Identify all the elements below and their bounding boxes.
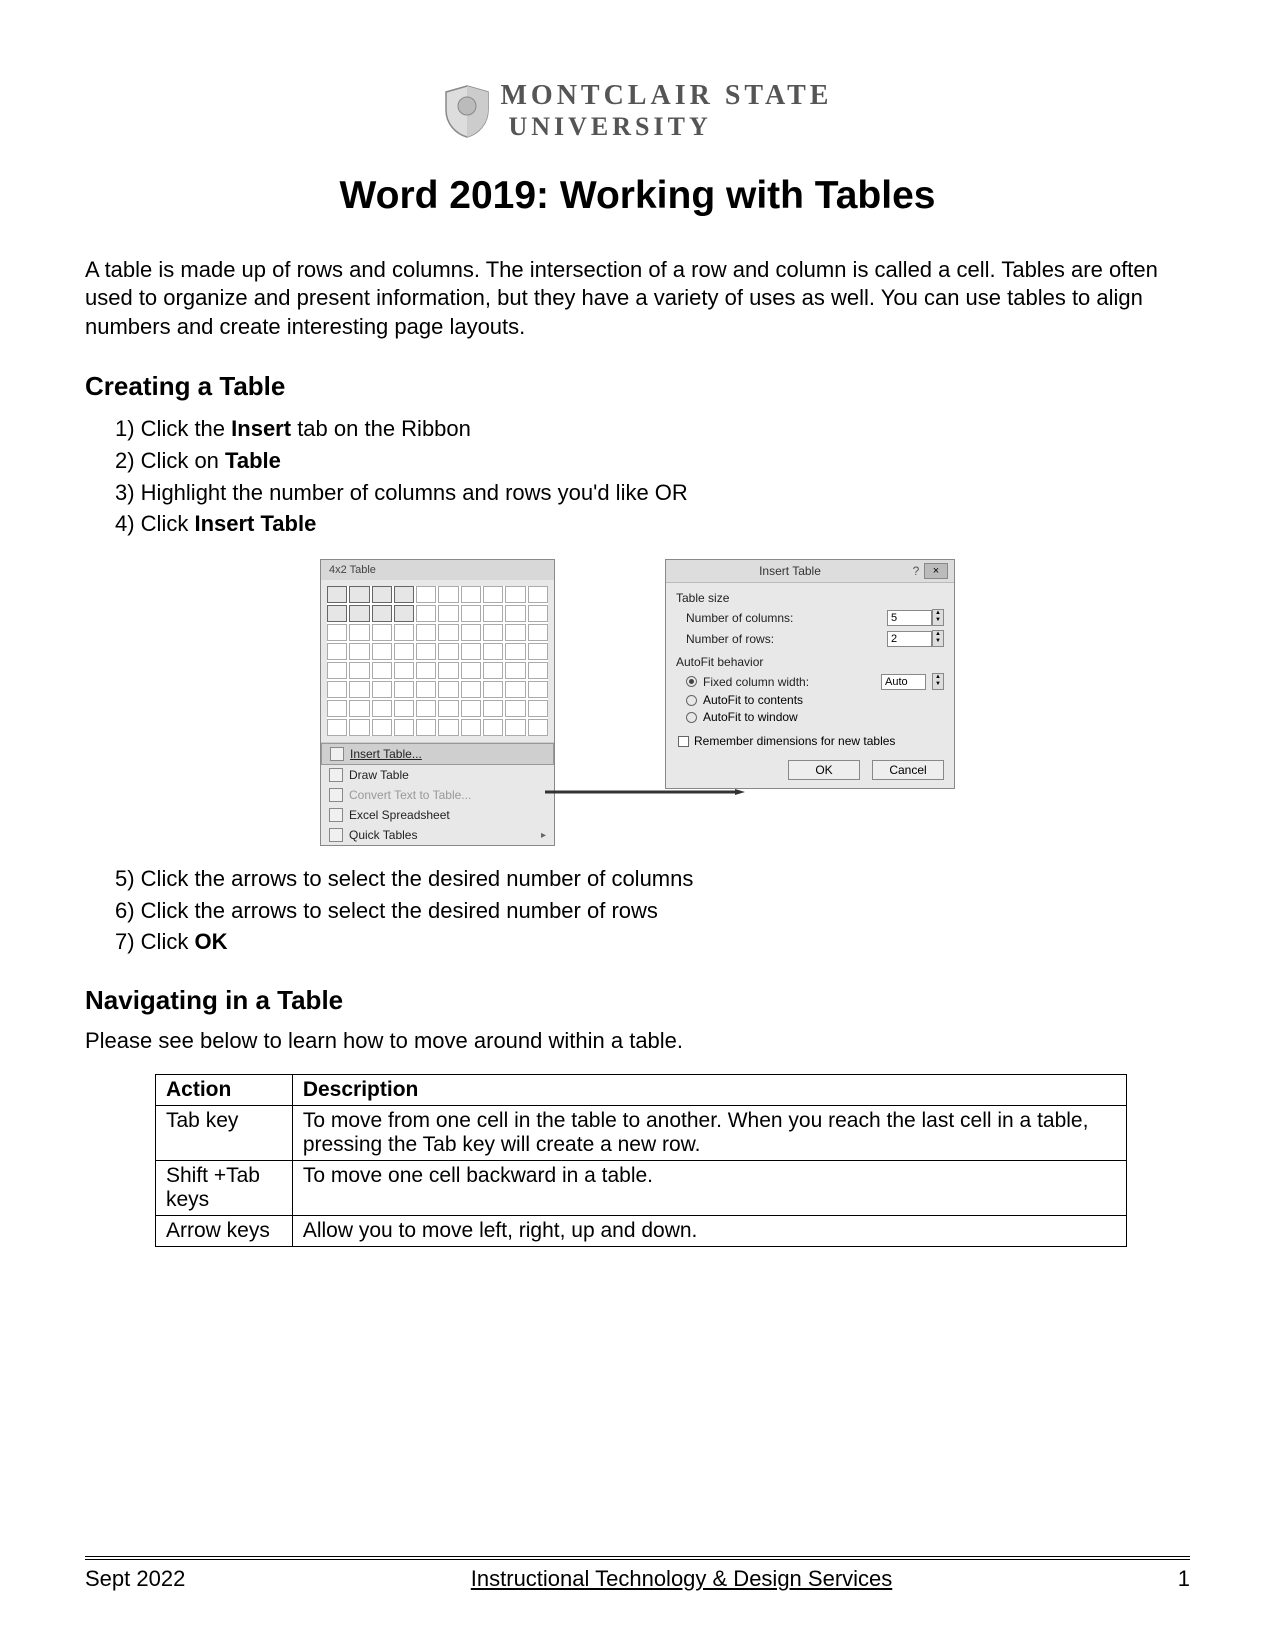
table-header-action: Action — [156, 1075, 293, 1106]
arrow-icon — [545, 789, 745, 795]
radio-autofit-contents[interactable]: AutoFit to contents — [686, 693, 944, 707]
logo-line-2: UNIVERSITY — [508, 112, 832, 142]
section-creating-table: Creating a Table — [85, 371, 1190, 402]
close-button[interactable]: × — [924, 563, 948, 579]
step-6: 6) Click the arrows to select the desire… — [115, 896, 1190, 926]
document-title: Word 2019: Working with Tables — [85, 174, 1190, 218]
fixed-width-spinner[interactable]: ▲▼ — [932, 673, 944, 690]
step-1: 1) Click the Insert tab on the Ribbon — [115, 414, 1190, 444]
page-number: 1 — [1178, 1566, 1190, 1592]
menu-excel-spreadsheet[interactable]: Excel Spreadsheet — [321, 805, 554, 825]
nav-intro: Please see below to learn how to move ar… — [85, 1028, 1190, 1054]
step-2: 2) Click on Table — [115, 446, 1190, 476]
excel-icon — [329, 808, 343, 822]
step-5: 5) Click the arrows to select the desire… — [115, 864, 1190, 894]
columns-input[interactable]: 5 — [887, 610, 932, 626]
columns-label: Number of columns: — [686, 611, 887, 625]
chevron-right-icon: ▸ — [541, 830, 546, 841]
dialog-title: Insert Table — [672, 564, 908, 578]
logo-line-1: MONTCLAIR STATE — [500, 80, 832, 112]
university-logo: MONTCLAIR STATE UNIVERSITY — [85, 80, 1190, 144]
table-size-grid[interactable] — [327, 586, 548, 736]
shield-icon — [442, 84, 492, 139]
footer-org: Instructional Technology & Design Servic… — [185, 1566, 1177, 1592]
ok-button[interactable]: OK — [788, 760, 860, 780]
table-icon — [330, 747, 344, 761]
dropdown-header: 4x2 Table — [321, 560, 554, 580]
menu-quick-tables[interactable]: Quick Tables▸ — [321, 825, 554, 845]
radio-icon — [686, 712, 697, 723]
rows-input[interactable]: 2 — [887, 631, 932, 647]
steps-list-1: 1) Click the Insert tab on the Ribbon 2)… — [115, 414, 1190, 539]
step-4: 4) Click Insert Table — [115, 509, 1190, 539]
convert-icon — [329, 788, 343, 802]
step-3: 3) Highlight the number of columns and r… — [115, 478, 1190, 508]
menu-insert-table[interactable]: Insert Table... — [321, 743, 554, 765]
menu-convert-text: Convert Text to Table... — [321, 785, 554, 805]
footer-rule — [85, 1556, 1190, 1560]
section-table-size: Table size — [676, 591, 944, 605]
help-icon[interactable]: ? — [908, 564, 924, 578]
rows-label: Number of rows: — [686, 632, 887, 646]
checkbox-icon — [678, 736, 689, 747]
intro-paragraph: A table is made up of rows and columns. … — [85, 256, 1190, 342]
remember-checkbox[interactable]: Remember dimensions for new tables — [678, 734, 944, 748]
rows-spinner[interactable]: ▲▼ — [932, 630, 944, 647]
table-header-description: Description — [292, 1075, 1127, 1106]
radio-icon — [686, 695, 697, 706]
table-row: Shift +Tab keys To move one cell backwar… — [156, 1161, 1127, 1216]
grid-icon — [329, 828, 343, 842]
step-7: 7) Click OK — [115, 927, 1190, 957]
steps-list-2: 5) Click the arrows to select the desire… — [115, 864, 1190, 957]
navigation-table: Action Description Tab key To move from … — [155, 1074, 1127, 1247]
insert-table-dialog: Insert Table ? × Table size Number of co… — [665, 559, 955, 789]
radio-autofit-window[interactable]: AutoFit to window — [686, 710, 944, 724]
radio-fixed-width[interactable]: Fixed column width: Auto ▲▼ — [686, 673, 944, 690]
menu-draw-table[interactable]: Draw Table — [321, 765, 554, 785]
table-row: Tab key To move from one cell in the tab… — [156, 1106, 1127, 1161]
figure-screenshots: 4x2 Table Insert Table... Draw Table Con… — [85, 559, 1190, 846]
pencil-icon — [329, 768, 343, 782]
page-footer: Sept 2022 Instructional Technology & Des… — [85, 1556, 1190, 1592]
table-dropdown-menu: 4x2 Table Insert Table... Draw Table Con… — [320, 559, 555, 846]
cancel-button[interactable]: Cancel — [872, 760, 944, 780]
fixed-width-input[interactable]: Auto — [881, 674, 926, 690]
radio-icon — [686, 676, 697, 687]
footer-date: Sept 2022 — [85, 1566, 185, 1592]
section-navigating: Navigating in a Table — [85, 985, 1190, 1016]
columns-spinner[interactable]: ▲▼ — [932, 609, 944, 626]
table-row: Arrow keys Allow you to move left, right… — [156, 1216, 1127, 1247]
section-autofit: AutoFit behavior — [676, 655, 944, 669]
